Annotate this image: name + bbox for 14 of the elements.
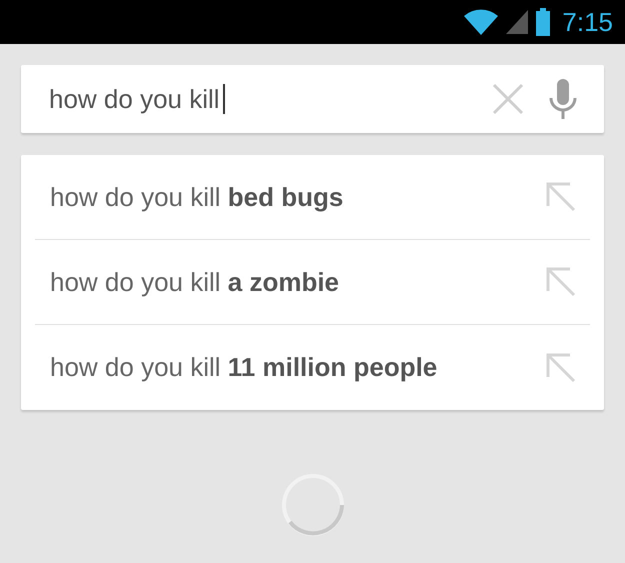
wifi-icon (464, 9, 498, 35)
clock: 7:15 (562, 9, 613, 35)
battery-icon (536, 8, 550, 36)
arrow-icon[interactable] (546, 267, 576, 297)
suggestion-item[interactable]: how do you kill a zombie (35, 240, 590, 325)
suggestion-item[interactable]: how do you kill bed bugs (35, 155, 590, 240)
arrow-icon[interactable] (546, 182, 576, 212)
arrow-icon[interactable] (546, 352, 576, 382)
signal-icon (506, 10, 528, 34)
suggestion-item[interactable]: how do you kill 11 million people (35, 325, 590, 410)
clear-icon[interactable] (492, 83, 524, 115)
search-field[interactable]: how do you kill (49, 80, 227, 118)
loading-spinner (280, 472, 346, 538)
microphone-icon[interactable] (548, 79, 578, 119)
